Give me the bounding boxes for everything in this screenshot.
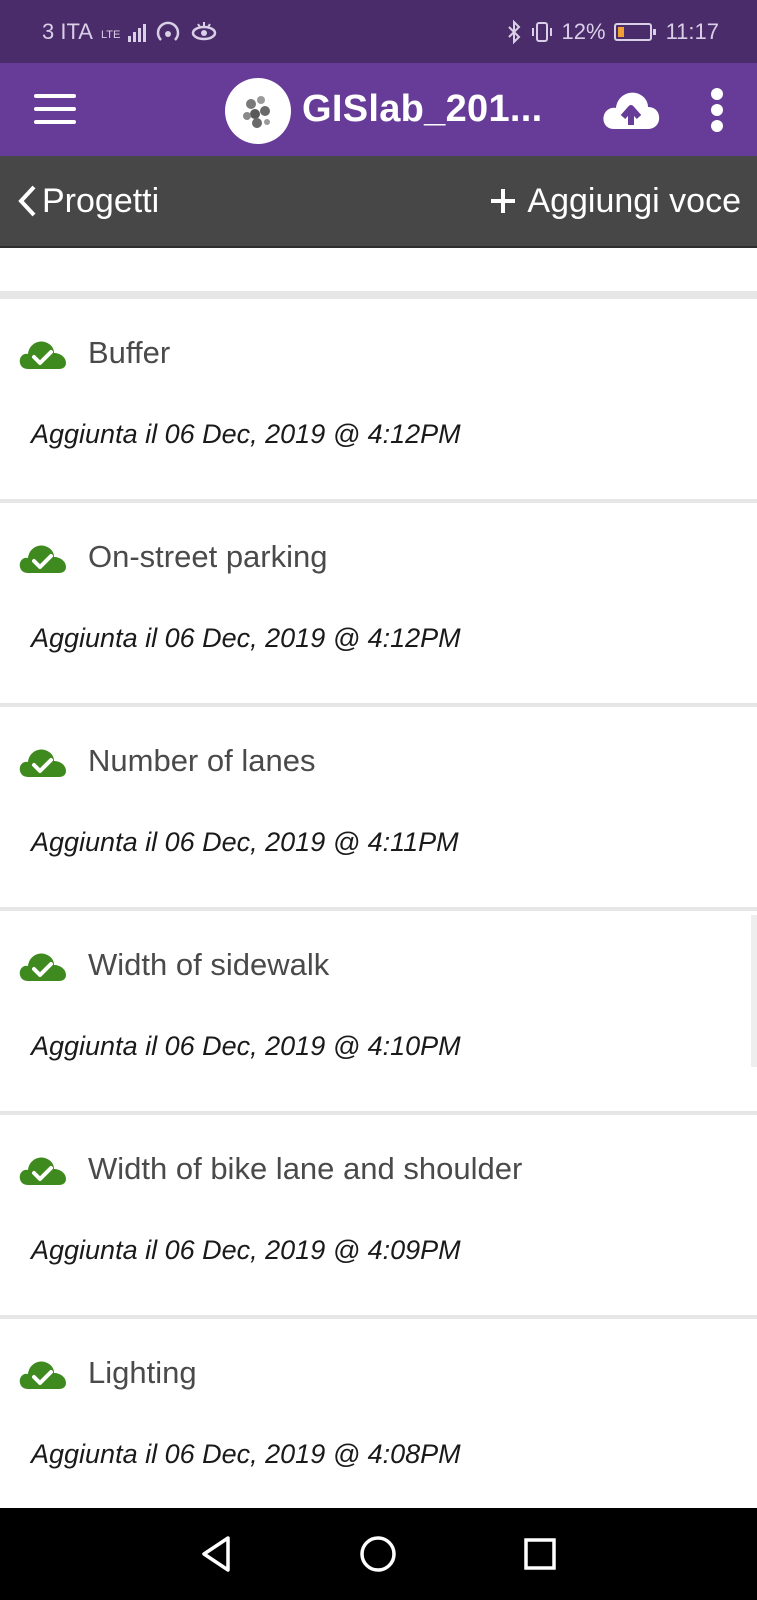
item-date: Aggiunta il 06 Dec, 2019 @ 4:09PM bbox=[31, 1235, 461, 1265]
hotspot-icon bbox=[157, 21, 180, 41]
item-title: Width of bike lane and shoulder bbox=[88, 1151, 523, 1186]
scroll-indicator[interactable] bbox=[751, 915, 757, 1067]
triangle-back-icon[interactable] bbox=[190, 1528, 242, 1580]
cloud-check-icon bbox=[19, 1157, 66, 1185]
add-label: Aggiungi voce bbox=[527, 181, 741, 220]
entry-list: Buffer Aggiunta il 06 Dec, 2019 @ 4:12PM… bbox=[0, 295, 757, 1519]
network-label: LTE bbox=[100, 28, 121, 41]
item-date: Aggiunta il 06 Dec, 2019 @ 4:12PM bbox=[31, 419, 461, 449]
cloud-check-icon bbox=[19, 749, 66, 777]
item-title: Width of sidewalk bbox=[88, 947, 330, 982]
status-right: 12% 11:17 bbox=[506, 19, 719, 45]
item-date: Aggiunta il 06 Dec, 2019 @ 4:11PM bbox=[31, 827, 459, 857]
nav-bar: Progetti Aggiungi voce bbox=[0, 156, 757, 248]
app-title: GISlab_201... bbox=[302, 88, 543, 130]
status-left: 3 ITA LTE bbox=[42, 19, 218, 45]
cloud-check-icon bbox=[19, 545, 66, 573]
battery-icon bbox=[613, 22, 656, 41]
cloud-check-icon bbox=[19, 1361, 66, 1389]
plus-icon bbox=[491, 189, 516, 213]
square-recents-icon[interactable] bbox=[514, 1528, 566, 1580]
vibrate-icon bbox=[531, 21, 552, 42]
signal-icon bbox=[128, 22, 147, 42]
list-item[interactable]: On-street parking Aggiunta il 06 Dec, 20… bbox=[0, 499, 757, 703]
list-item[interactable]: Lighting Aggiunta il 06 Dec, 2019 @ 4:08… bbox=[0, 1315, 757, 1519]
clock: 11:17 bbox=[665, 18, 719, 44]
list-item[interactable]: Width of sidewalk Aggiunta il 06 Dec, 20… bbox=[0, 907, 757, 1111]
item-date: Aggiunta il 06 Dec, 2019 @ 4:10PM bbox=[31, 1031, 461, 1061]
list-item[interactable]: Number of lanes Aggiunta il 06 Dec, 2019… bbox=[0, 703, 757, 907]
more-vertical-icon[interactable] bbox=[702, 83, 732, 135]
system-nav-bar bbox=[0, 1508, 757, 1600]
back-label: Progetti bbox=[42, 181, 160, 220]
hamburger-icon[interactable] bbox=[34, 92, 76, 126]
cloud-check-icon bbox=[19, 953, 66, 981]
status-bar: 3 ITA LTE 12% 11:17 bbox=[0, 0, 757, 63]
list-item[interactable]: Width of bike lane and shoulder Aggiunta… bbox=[0, 1111, 757, 1315]
cloud-check-icon bbox=[19, 341, 66, 369]
item-title: On-street parking bbox=[88, 539, 328, 574]
item-date: Aggiunta il 06 Dec, 2019 @ 4:12PM bbox=[31, 623, 461, 653]
item-title: Lighting bbox=[88, 1355, 197, 1390]
battery-percent: 12% bbox=[561, 18, 606, 44]
app-bar: GISlab_201... bbox=[0, 63, 757, 156]
chevron-left-icon bbox=[18, 185, 36, 217]
project-logo bbox=[225, 78, 291, 144]
list-item[interactable]: Buffer Aggiunta il 06 Dec, 2019 @ 4:12PM bbox=[0, 295, 757, 499]
cloud-upload-icon[interactable] bbox=[600, 83, 662, 135]
item-title: Buffer bbox=[88, 335, 171, 370]
eye-comfort-icon bbox=[192, 21, 217, 40]
hex-cluster-icon bbox=[243, 96, 270, 128]
item-date: Aggiunta il 06 Dec, 2019 @ 4:08PM bbox=[31, 1439, 461, 1469]
back-to-projects-button[interactable]: Progetti bbox=[16, 156, 159, 246]
bluetooth-icon bbox=[507, 19, 520, 44]
add-entry-button[interactable]: Aggiungi voce bbox=[489, 156, 741, 246]
carrier-label: 3 ITA bbox=[42, 18, 93, 44]
item-title: Number of lanes bbox=[88, 743, 316, 778]
circle-home-icon[interactable] bbox=[352, 1528, 404, 1580]
